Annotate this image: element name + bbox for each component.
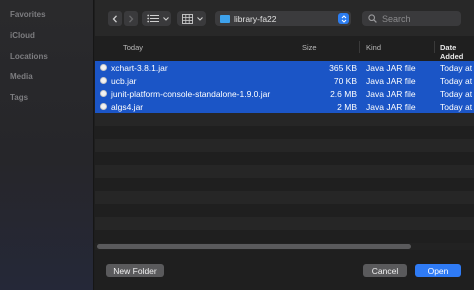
sidebar-section-icloud: iCloud [10, 31, 35, 40]
file-browser: library-fa22 Today Size Kind Date Added … [95, 0, 474, 290]
toolbar: library-fa22 [95, 0, 474, 36]
chevron-down-icon [197, 16, 203, 21]
column-divider[interactable] [434, 41, 435, 53]
column-header-name[interactable]: Today [123, 43, 143, 52]
search-field[interactable] [362, 11, 461, 26]
jar-file-icon [100, 77, 107, 84]
dialog-footer: New Folder Cancel Open [95, 250, 474, 290]
sidebar-section-locations: Locations [10, 52, 48, 61]
empty-row [95, 152, 474, 165]
jar-file-icon [100, 90, 107, 97]
scrollbar-thumb[interactable] [97, 244, 411, 249]
file-size: 2 MB [337, 102, 357, 112]
sidebar-section-media: Media [10, 72, 33, 81]
file-date-added: Today at [440, 76, 473, 86]
new-folder-button[interactable]: New Folder [106, 264, 164, 277]
empty-row [95, 139, 474, 152]
column-header-size[interactable]: Size [302, 43, 317, 52]
jar-file-icon [100, 64, 107, 71]
file-list: xchart-3.8.1.jar 365 KB Java JAR file To… [95, 59, 474, 243]
empty-row [95, 230, 474, 243]
list-view-button[interactable] [142, 11, 171, 26]
chevron-right-icon [129, 14, 134, 23]
column-divider[interactable] [359, 41, 360, 53]
grid-view-button[interactable] [177, 11, 206, 26]
file-name: junit-platform-console-standalone-1.9.0.… [111, 89, 271, 99]
file-size: 365 KB [329, 63, 357, 73]
file-kind: Java JAR file [366, 89, 416, 99]
file-row[interactable]: junit-platform-console-standalone-1.9.0.… [95, 87, 474, 100]
file-date-added: Today at [440, 89, 473, 99]
file-row[interactable]: xchart-3.8.1.jar 365 KB Java JAR file To… [95, 61, 474, 74]
empty-row [95, 113, 474, 126]
file-size: 70 KB [333, 76, 357, 86]
file-date-added: Today at [440, 102, 473, 112]
file-kind: Java JAR file [366, 76, 416, 86]
chevron-left-icon [112, 14, 117, 23]
file-name: xchart-3.8.1.jar [111, 63, 168, 73]
empty-row [95, 178, 474, 191]
column-header-kind[interactable]: Kind [366, 43, 381, 52]
file-kind: Java JAR file [366, 102, 416, 112]
search-icon [368, 14, 377, 23]
jar-file-icon [100, 103, 107, 110]
open-button[interactable]: Open [415, 264, 461, 277]
grid-icon [182, 13, 193, 24]
search-input[interactable] [382, 13, 452, 24]
empty-row [95, 165, 474, 178]
list-icon [147, 14, 159, 23]
horizontal-scrollbar[interactable] [95, 243, 474, 250]
file-row[interactable]: algs4.jar 2 MB Java JAR file Today at [95, 100, 474, 113]
folder-icon [220, 14, 230, 23]
file-name: algs4.jar [111, 102, 144, 112]
sidebar-section-favorites: Favorites [10, 10, 46, 19]
column-header: Today Size Kind Date Added [95, 36, 474, 61]
sidebar: Favorites iCloud Locations Media Tags [0, 0, 94, 290]
empty-row [95, 126, 474, 139]
cancel-button[interactable]: Cancel [363, 264, 407, 277]
location-label: library-fa22 [234, 13, 277, 24]
empty-row [95, 217, 474, 230]
file-row[interactable]: ucb.jar 70 KB Java JAR file Today at [95, 74, 474, 87]
empty-row [95, 204, 474, 217]
chevron-down-icon [163, 16, 169, 21]
file-name: ucb.jar [111, 76, 137, 86]
forward-button[interactable] [124, 11, 138, 26]
file-kind: Java JAR file [366, 63, 416, 73]
location-popup[interactable]: library-fa22 [215, 11, 351, 26]
sidebar-section-tags: Tags [10, 93, 29, 102]
empty-row [95, 191, 474, 204]
back-button[interactable] [108, 11, 122, 26]
up-down-chevron-icon [338, 13, 349, 24]
file-size: 2.6 MB [330, 89, 357, 99]
file-date-added: Today at [440, 63, 473, 73]
